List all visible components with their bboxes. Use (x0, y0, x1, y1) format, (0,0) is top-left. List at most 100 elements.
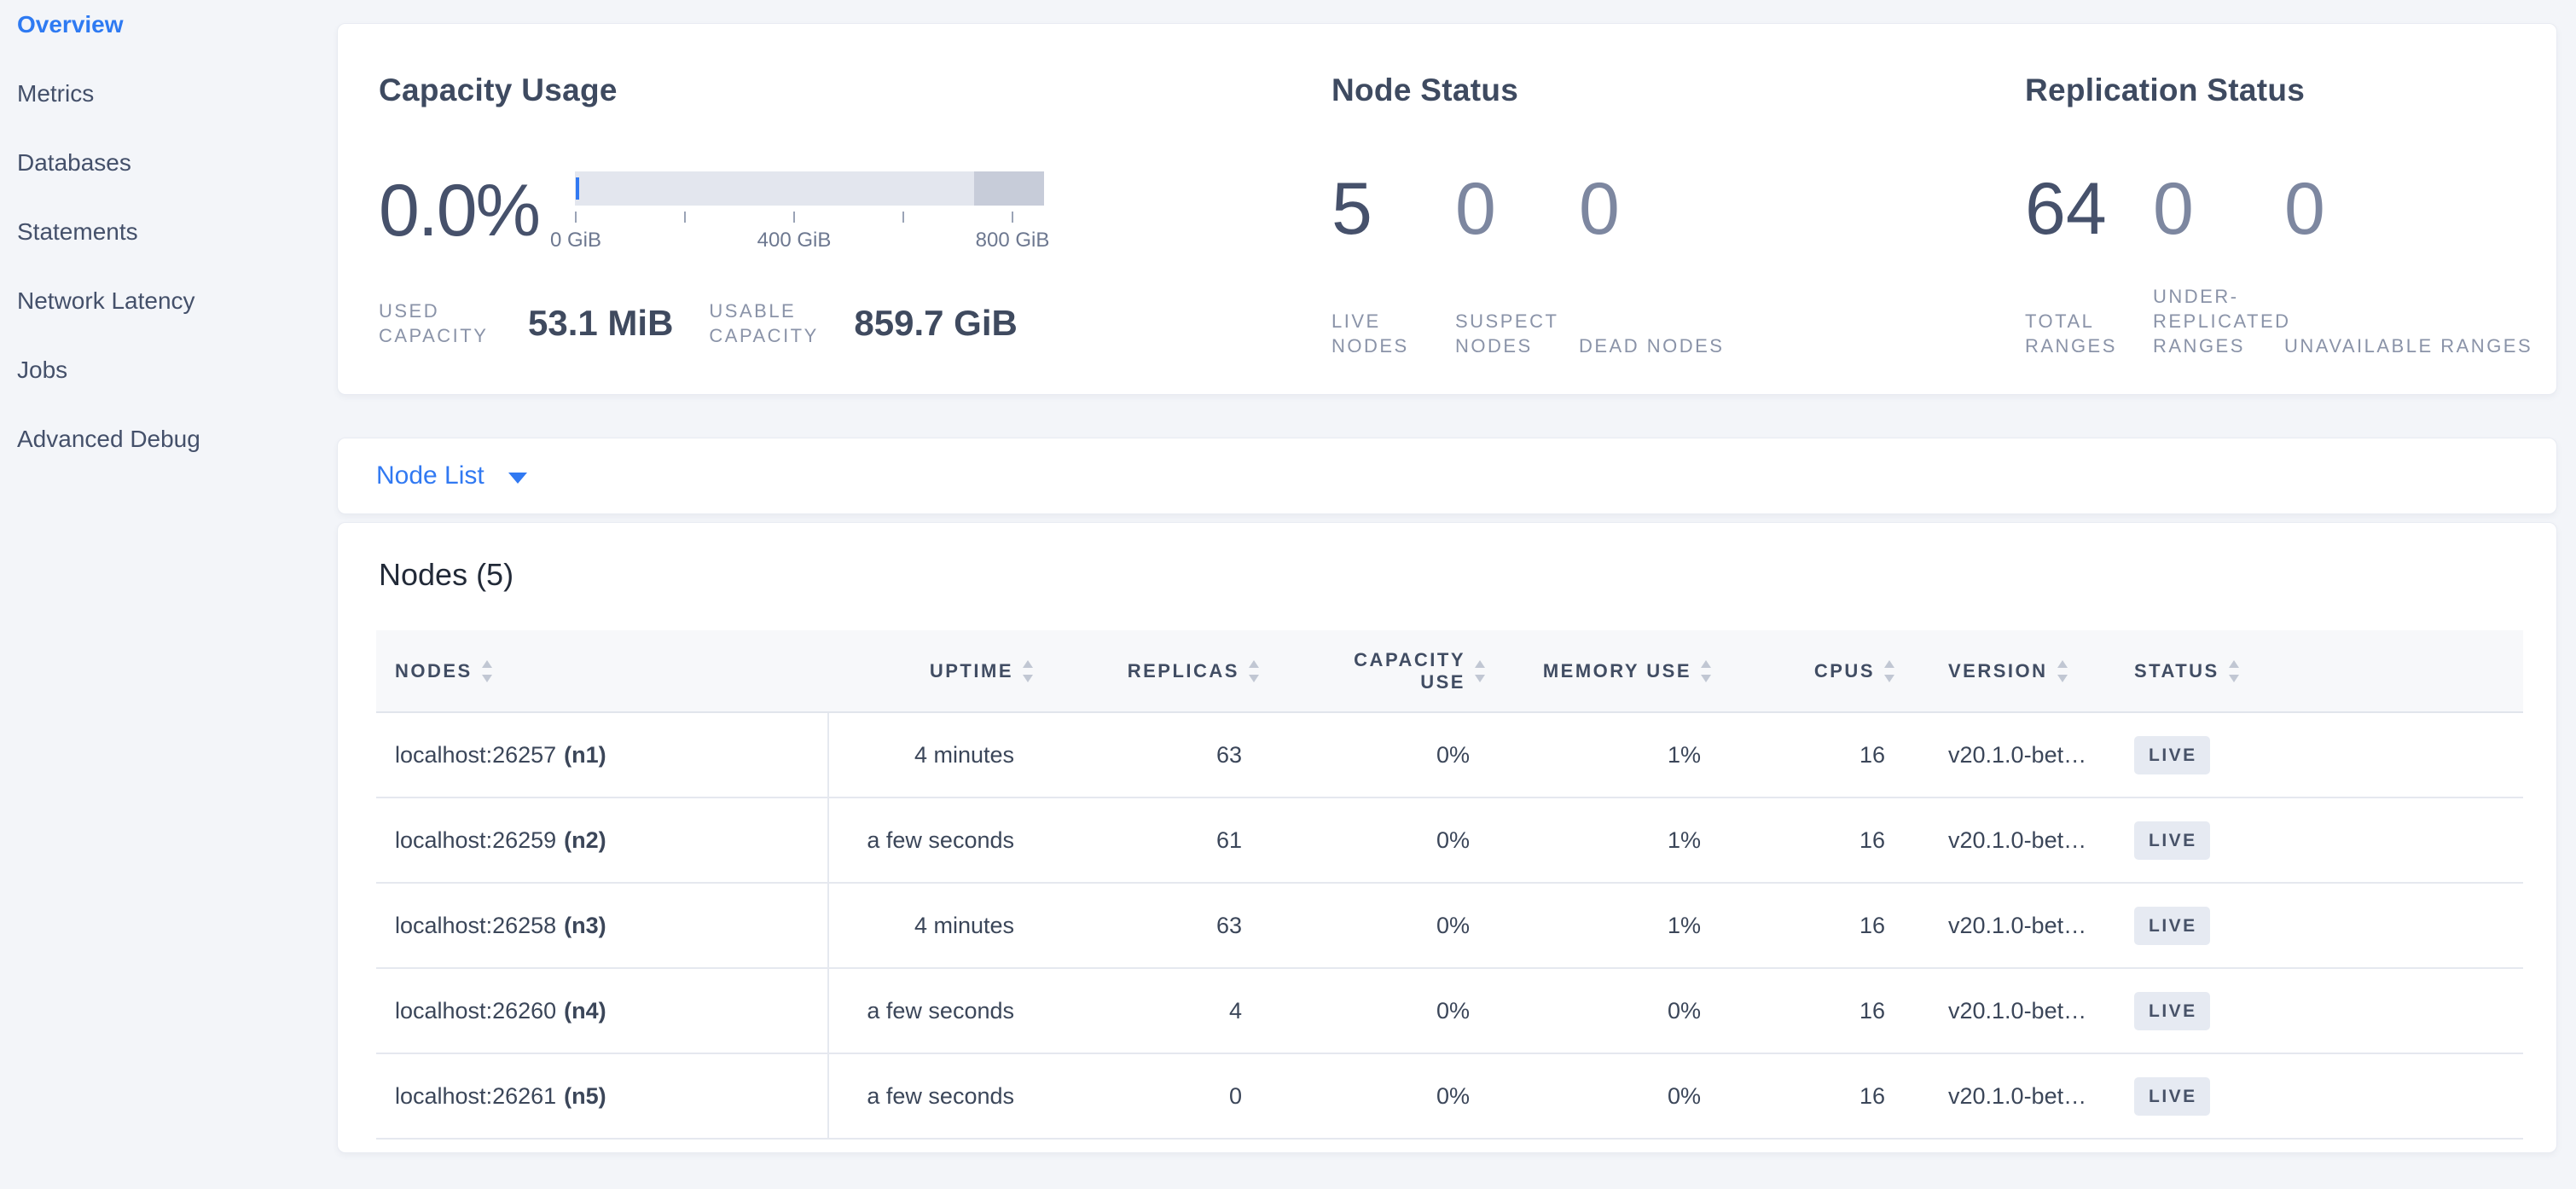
gauge-tick-600gib (902, 212, 904, 223)
status-cell: LIVE (2116, 884, 2523, 967)
node-cell: localhost:26257 (n1) (376, 713, 829, 797)
node-id: (n1) (564, 742, 606, 768)
sidebar-item-advanced-debug[interactable]: Advanced Debug (17, 425, 200, 454)
node-address-link[interactable]: localhost:26261 (n5) (395, 1083, 606, 1110)
capacity-gauge-reserved-segment (974, 171, 1045, 206)
node-cell: localhost:26259 (n2) (376, 798, 829, 882)
table-row: localhost:26260 (n4) a few seconds 4 0% … (376, 969, 2523, 1054)
node-address: localhost:26261 (395, 1083, 556, 1110)
sort-icon (2057, 659, 2068, 683)
nodes-table: NODES UPTIME REPLICAS CAPACITY USE MEMOR… (376, 630, 2523, 1140)
sidebar-item-network-latency[interactable]: Network Latency (17, 287, 200, 316)
status-cell: LIVE (2116, 713, 2523, 797)
uptime-cell: a few seconds (829, 1054, 1037, 1138)
node-id: (n2) (564, 827, 606, 854)
memory-use-cell: 1% (1489, 884, 1715, 967)
cpus-cell: 16 (1715, 884, 1899, 967)
status-badge: LIVE (2134, 907, 2210, 945)
node-list-bar: Node List (337, 438, 2557, 514)
sidebar-item-databases[interactable]: Databases (17, 148, 200, 177)
column-header-cpus[interactable]: CPUS (1715, 659, 1899, 683)
version-cell: v20.1.0-bet… (1899, 1054, 2116, 1138)
sort-icon (1474, 659, 1486, 683)
gauge-tick-0gib (575, 212, 577, 223)
capacity-details: USED CAPACITY 53.1 MiB USABLE CAPACITY 8… (379, 299, 1018, 348)
cpus-cell: 16 (1715, 969, 1899, 1053)
column-header-nodes[interactable]: NODES (376, 659, 829, 683)
replication-values: 64 0 0 (2025, 171, 2325, 247)
gauge-tick-200gib (684, 212, 686, 223)
memory-use-cell: 0% (1489, 1054, 1715, 1138)
sidebar-item-metrics[interactable]: Metrics (17, 79, 200, 108)
replicas-cell: 0 (1037, 1054, 1263, 1138)
status-badge: LIVE (2134, 821, 2210, 860)
column-header-status[interactable]: STATUS (2116, 659, 2523, 683)
total-ranges-count: 64 (2025, 171, 2153, 247)
column-header-version[interactable]: VERSION (1899, 659, 2116, 683)
status-badge: LIVE (2134, 736, 2210, 774)
node-id: (n5) (564, 1083, 606, 1110)
unavailable-ranges-count: 0 (2284, 171, 2325, 247)
column-label: MEMORY USE (1543, 660, 1691, 682)
gauge-label-400gib: 400 GiB (726, 229, 862, 252)
nodes-table-header: NODES UPTIME REPLICAS CAPACITY USE MEMOR… (376, 630, 2523, 713)
column-label: CPUS (1814, 660, 1875, 682)
nodes-table-body: localhost:26257 (n1) 4 minutes 63 0% 1% … (376, 713, 2523, 1140)
node-status-labels: LIVE NODES SUSPECT NODES DEAD NODES (1332, 280, 1724, 358)
cluster-summary-card: Capacity Usage 0.0% 0 GiB 400 GiB 800 Gi… (337, 23, 2557, 395)
sort-icon (1022, 659, 1034, 683)
memory-use-cell: 1% (1489, 713, 1715, 797)
column-header-uptime[interactable]: UPTIME (829, 659, 1037, 683)
dead-nodes-label: DEAD NODES (1579, 334, 1724, 358)
replication-labels: TOTAL RANGES UNDER-REPLICATED RANGES UNA… (2025, 280, 2532, 358)
nodes-table-card: Nodes (5) NODES UPTIME REPLICAS CAPACITY… (337, 522, 2557, 1153)
column-header-replicas[interactable]: REPLICAS (1037, 659, 1263, 683)
suspect-nodes-count: 0 (1455, 171, 1579, 247)
node-address-link[interactable]: localhost:26260 (n4) (395, 998, 606, 1024)
version-cell: v20.1.0-bet… (1899, 969, 2116, 1053)
replication-status-section: Replication Status 64 0 0 TOTAL RANGES U… (2025, 24, 2554, 394)
uptime-cell: 4 minutes (829, 884, 1037, 967)
replication-status-title: Replication Status (2025, 72, 2305, 109)
column-label: UPTIME (930, 660, 1013, 682)
capacity-use-cell: 0% (1263, 798, 1489, 882)
node-address: localhost:26257 (395, 742, 556, 768)
sidebar-item-overview[interactable]: Overview (17, 10, 200, 39)
status-badge: LIVE (2134, 992, 2210, 1030)
usable-capacity-label: USABLE CAPACITY (709, 299, 845, 348)
version-cell: v20.1.0-bet… (1899, 798, 2116, 882)
sort-icon (1248, 659, 1260, 683)
node-id: (n4) (564, 998, 606, 1024)
memory-use-cell: 0% (1489, 969, 1715, 1053)
dead-nodes-count: 0 (1579, 171, 1620, 247)
unavailable-ranges-label: UNAVAILABLE RANGES (2284, 334, 2532, 358)
column-label: NODES (395, 660, 473, 682)
sort-icon (1883, 659, 1895, 683)
node-list-dropdown-label: Node List (376, 461, 484, 490)
memory-use-cell: 1% (1489, 798, 1715, 882)
sort-icon (1700, 659, 1712, 683)
gauge-label-0gib: 0 GiB (508, 229, 644, 252)
sidebar-item-jobs[interactable]: Jobs (17, 356, 200, 385)
sidebar-nav: Overview Metrics Databases Statements Ne… (17, 10, 200, 454)
node-list-dropdown[interactable]: Node List (376, 461, 527, 490)
replicas-cell: 63 (1037, 884, 1263, 967)
column-header-capacity-use[interactable]: CAPACITY USE (1263, 649, 1489, 693)
node-address-link[interactable]: localhost:26258 (n3) (395, 913, 606, 939)
cpus-cell: 16 (1715, 798, 1899, 882)
node-status-values: 5 0 0 (1332, 171, 1620, 247)
uptime-cell: a few seconds (829, 798, 1037, 882)
version-cell: v20.1.0-bet… (1899, 713, 2116, 797)
usable-capacity-value: 859.7 GiB (854, 303, 1017, 344)
column-header-memory-use[interactable]: MEMORY USE (1489, 659, 1715, 683)
sidebar-item-statements[interactable]: Statements (17, 218, 200, 246)
node-address-link[interactable]: localhost:26257 (n1) (395, 742, 606, 768)
capacity-gauge-used-indicator (576, 177, 579, 200)
node-status-title: Node Status (1332, 72, 1518, 109)
table-row: localhost:26259 (n2) a few seconds 61 0%… (376, 798, 2523, 884)
used-capacity-value: 53.1 MiB (528, 303, 673, 344)
node-address-link[interactable]: localhost:26259 (n2) (395, 827, 606, 854)
capacity-use-cell: 0% (1263, 713, 1489, 797)
status-badge: LIVE (2134, 1077, 2210, 1116)
gauge-label-800gib: 800 GiB (944, 229, 1081, 252)
